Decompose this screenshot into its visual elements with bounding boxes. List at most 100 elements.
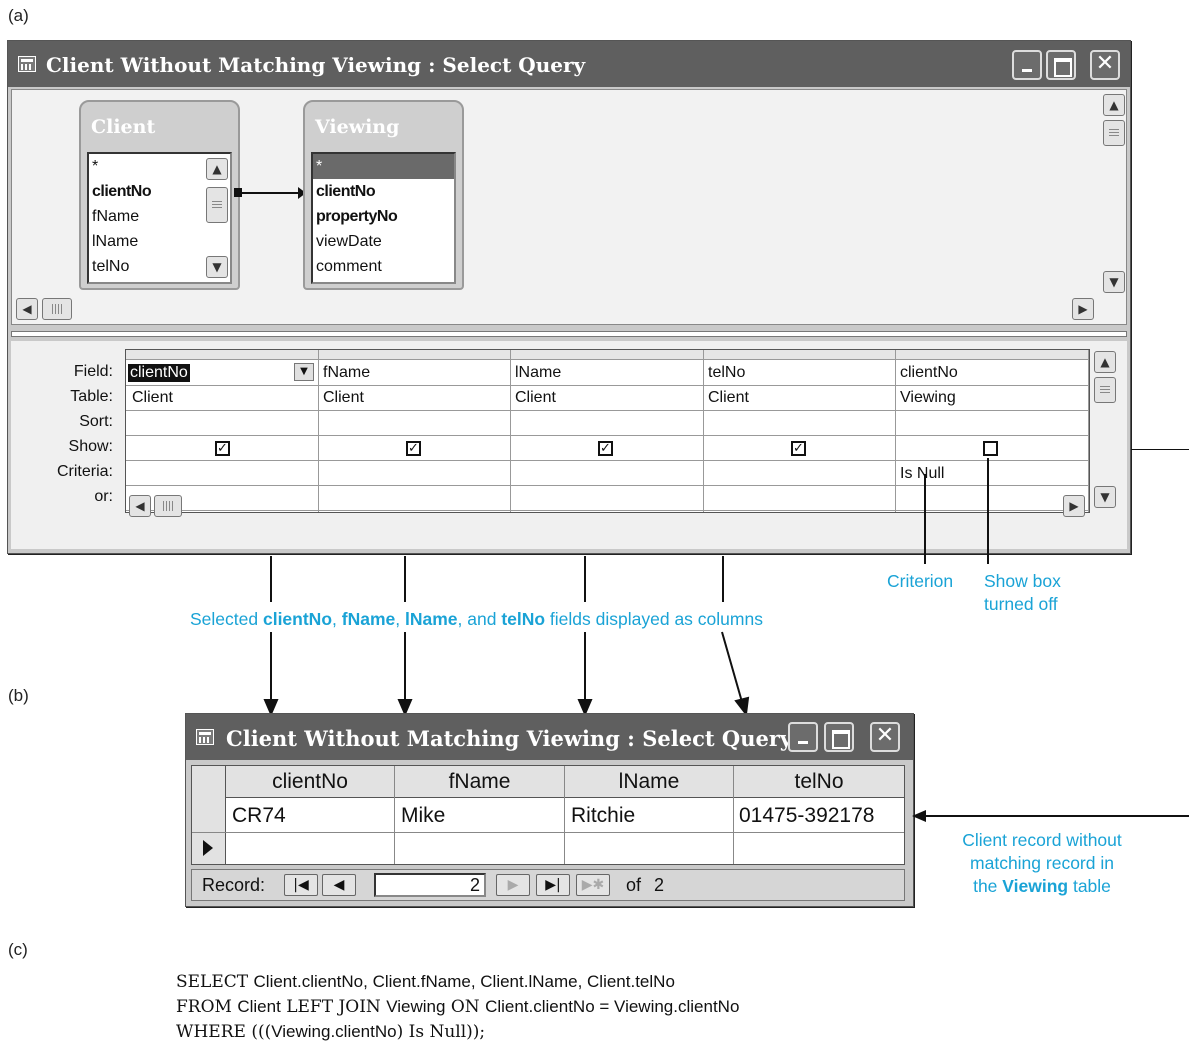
part-label-c: (c): [8, 940, 28, 959]
pane-scroll-thumb[interactable]: [1103, 120, 1125, 146]
row-label-table: Table:: [70, 388, 113, 405]
scroll-thumb[interactable]: [206, 187, 228, 223]
column-header[interactable]: telNo: [734, 770, 904, 794]
minimize-button[interactable]: [1012, 50, 1042, 80]
minimize-button[interactable]: [788, 722, 818, 752]
table-cell[interactable]: Client: [704, 389, 749, 407]
record-annotation-line3: the Viewing table: [973, 876, 1111, 896]
pane-scroll-left-button[interactable]: ◀: [16, 298, 38, 320]
viewing-table-box[interactable]: Viewing * clientNo propertyNo viewDate c…: [303, 100, 464, 290]
query-icon: [18, 56, 36, 72]
row-label-or: or:: [94, 488, 113, 505]
pointer-line: [404, 556, 406, 602]
pointer-line: [270, 556, 272, 602]
grid-column[interactable]: lName Client ✓: [511, 350, 704, 512]
grid-column[interactable]: fName Client ✓: [319, 350, 511, 512]
dropdown-arrow-icon[interactable]: ▼: [294, 363, 314, 381]
show-checkbox[interactable]: ✓: [215, 441, 230, 456]
criterion-pointer-line: [924, 474, 926, 564]
sql-line-3: WHERE (((Viewing.clientNo) Is Null));: [176, 1022, 486, 1042]
maximize-button[interactable]: [824, 722, 854, 752]
scroll-up-button[interactable]: ▲: [206, 158, 228, 180]
data-cell[interactable]: 01475-392178: [739, 804, 874, 828]
field-item[interactable]: lName: [89, 229, 230, 254]
grid-column[interactable]: clientNo ▼ Client ✓: [126, 350, 319, 512]
datasheet-window-title: Client Without Matching Viewing : Select…: [226, 726, 793, 751]
join-end-marker: [234, 188, 242, 197]
show-checkbox[interactable]: ✓: [406, 441, 421, 456]
table-pane: Client * clientNo fName lName telNo ▲ ▼ …: [11, 89, 1127, 325]
previous-record-button[interactable]: ◀: [322, 874, 356, 896]
viewing-table-title: Viewing: [315, 116, 400, 138]
field-item[interactable]: propertyNo: [313, 204, 454, 229]
pane-hscroll-thumb[interactable]: [42, 298, 72, 320]
datasheet-grid: clientNo fName lName telNo CR74 Mike Rit…: [191, 765, 905, 865]
grid-scroll-right-button[interactable]: ▶: [1063, 495, 1085, 517]
record-number-input[interactable]: 2: [374, 873, 486, 897]
pane-scroll-up-button[interactable]: ▲: [1103, 94, 1125, 116]
record-of-label: of: [626, 875, 642, 895]
pane-scroll-down-button[interactable]: ▼: [1103, 271, 1125, 293]
datasheet-title-bar[interactable]: Client Without Matching Viewing : Select…: [186, 714, 913, 760]
show-checkbox[interactable]: ✓: [791, 441, 806, 456]
grid-scroll-down-button[interactable]: ▼: [1094, 486, 1116, 508]
show-checkbox-off[interactable]: [983, 441, 998, 456]
grid-column[interactable]: telNo Client ✓: [704, 350, 896, 512]
grid-vscroll-thumb[interactable]: [1094, 377, 1116, 403]
client-field-list[interactable]: * clientNo fName lName telNo ▲ ▼: [87, 152, 232, 284]
query-icon: [196, 729, 214, 745]
part-label-a: (a): [8, 6, 29, 25]
field-item[interactable]: clientNo: [313, 179, 454, 204]
column-header[interactable]: lName: [565, 770, 733, 794]
data-cell[interactable]: Mike: [401, 804, 445, 828]
field-item[interactable]: *: [313, 154, 454, 179]
showbox-annotation-line1: Show box: [984, 571, 1061, 591]
column-header[interactable]: clientNo: [226, 770, 394, 794]
table-cell[interactable]: Client: [319, 389, 364, 407]
record-total: 2: [654, 875, 665, 895]
grid-hscroll-thumb[interactable]: [154, 495, 182, 517]
grid-scroll-left-button[interactable]: ◀: [129, 495, 151, 517]
data-cell[interactable]: Ritchie: [571, 804, 635, 828]
last-record-button[interactable]: ▶|: [536, 874, 570, 896]
show-checkbox[interactable]: ✓: [598, 441, 613, 456]
record-label: Record:: [202, 875, 266, 895]
pane-splitter[interactable]: [11, 331, 1127, 337]
field-cell[interactable]: fName: [319, 364, 370, 382]
column-header[interactable]: fName: [395, 770, 564, 794]
window-title: Client Without Matching Viewing : Select…: [46, 53, 586, 77]
grid-scroll-up-button[interactable]: ▲: [1094, 351, 1116, 373]
field-cell[interactable]: telNo: [704, 364, 745, 382]
viewing-field-list[interactable]: * clientNo propertyNo viewDate comment: [311, 152, 456, 284]
close-button[interactable]: ✕: [1090, 50, 1120, 80]
pane-scroll-right-button[interactable]: ▶: [1072, 298, 1094, 320]
record-annotation-line1: Client record without: [962, 830, 1122, 850]
table-cell[interactable]: Client: [128, 389, 173, 407]
field-cell[interactable]: clientNo: [128, 364, 190, 382]
record-navigator: Record: |◀ ◀ 2 ▶ ▶| ▶✱ of 2: [191, 869, 905, 901]
maximize-button[interactable]: [1046, 50, 1076, 80]
client-table-title: Client: [91, 116, 156, 138]
pointer-arrows: [263, 631, 750, 717]
current-record-icon: [203, 840, 213, 856]
pointer-line: [584, 556, 586, 602]
next-record-button[interactable]: ▶: [496, 874, 530, 896]
field-item[interactable]: comment: [313, 254, 454, 279]
table-cell[interactable]: Client: [511, 389, 556, 407]
new-record-button[interactable]: ▶✱: [576, 874, 610, 896]
close-button[interactable]: ✕: [870, 722, 900, 752]
row-label-criteria: Criteria:: [56, 463, 113, 480]
first-record-button[interactable]: |◀: [284, 874, 318, 896]
callout-line: [1131, 449, 1189, 450]
query-design-window: Client Without Matching Viewing : Select…: [7, 40, 1131, 554]
field-item[interactable]: viewDate: [313, 229, 454, 254]
table-cell[interactable]: Viewing: [896, 389, 956, 407]
field-cell[interactable]: clientNo: [896, 364, 958, 382]
client-table-box[interactable]: Client * clientNo fName lName telNo ▲ ▼: [79, 100, 240, 290]
title-bar[interactable]: Client Without Matching Viewing : Select…: [8, 41, 1130, 87]
criteria-cell[interactable]: Is Null: [896, 465, 944, 483]
data-cell[interactable]: CR74: [232, 804, 286, 828]
row-label-field: Field:: [73, 363, 113, 380]
field-cell[interactable]: lName: [511, 364, 561, 382]
scroll-down-button[interactable]: ▼: [206, 256, 228, 278]
